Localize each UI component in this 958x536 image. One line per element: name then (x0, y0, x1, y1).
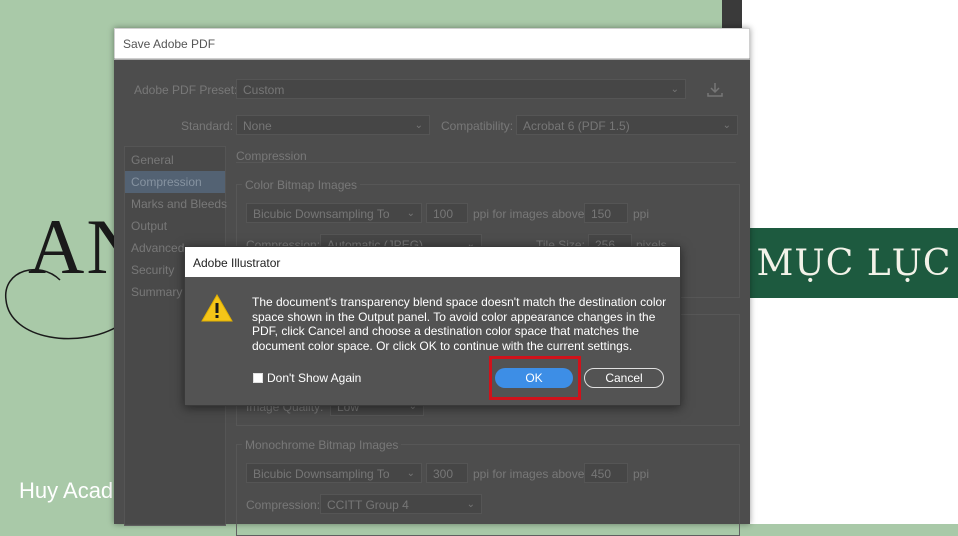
alert-titlebar[interactable]: Adobe Illustrator (185, 247, 680, 277)
alert-title: Adobe Illustrator (193, 256, 281, 270)
checkbox-box[interactable] (253, 373, 263, 383)
cancel-button[interactable]: Cancel (584, 368, 664, 388)
illustrator-alert-dialog: Adobe Illustrator The document's transpa… (184, 246, 681, 406)
warning-icon (201, 293, 233, 322)
alert-message: The document's transparency blend space … (252, 295, 667, 353)
dont-show-again-label: Don't Show Again (267, 371, 362, 385)
ok-button[interactable]: OK (495, 368, 573, 388)
pdf-dialog-title: Save Adobe PDF (123, 37, 216, 51)
dont-show-again-checkbox[interactable]: Don't Show Again (253, 371, 361, 385)
pdf-dialog-titlebar[interactable]: Save Adobe PDF (114, 28, 750, 60)
background-band-text: MỤC LỤC (756, 242, 952, 284)
